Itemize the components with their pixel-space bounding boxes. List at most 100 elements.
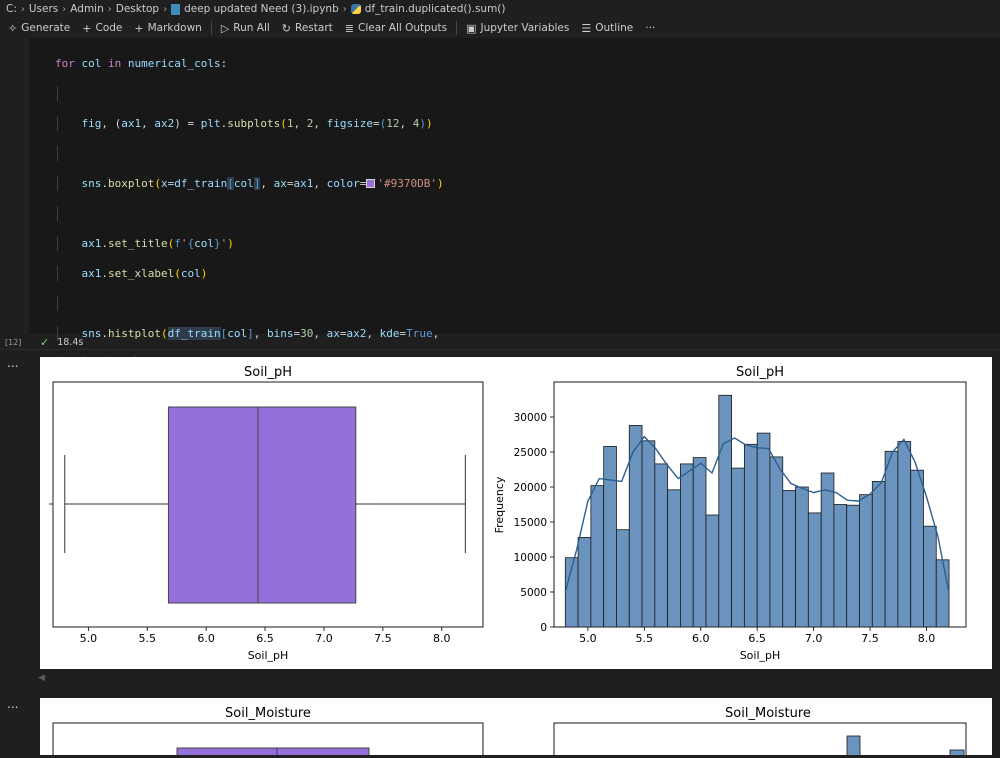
x-tick-label: 8.0 xyxy=(918,632,936,645)
histogram-bar xyxy=(680,463,694,628)
code-editor[interactable]: for col in numerical_cols: fig, (ax1, ax… xyxy=(30,38,1000,610)
variables-icon: ▣ xyxy=(466,21,477,35)
histogram-bar xyxy=(782,490,796,628)
figure-canvas: Soil_pH 5.0 5.5 6.0 6.5 7.0 7.5 8.0 Soil_pH Soil_… xyxy=(49,365,967,662)
plus-icon: + xyxy=(82,21,92,35)
list-icon: ☰ xyxy=(581,21,592,35)
code-cell[interactable]: for col in numerical_cols: fig, (ax1, ax… xyxy=(0,38,1000,610)
run-all-label: Run All xyxy=(233,22,270,34)
histogram-bar xyxy=(731,467,745,628)
execution-duration: 18.4s xyxy=(57,336,84,348)
sparkle-icon: ✧ xyxy=(8,21,18,35)
outline-label: Outline xyxy=(595,22,634,34)
x-tick-label: 7.0 xyxy=(315,632,333,645)
code-label: Code xyxy=(95,22,123,34)
x-tick-label: 7.0 xyxy=(805,632,823,645)
x-tick-label: 5.0 xyxy=(80,632,98,645)
add-code-button[interactable]: + Code xyxy=(76,18,128,38)
scroll-left-icon[interactable]: ◀ xyxy=(38,673,45,683)
breadcrumb-item-admin[interactable]: Admin xyxy=(70,3,103,15)
histogram-bar xyxy=(935,559,950,628)
code-line: for col in numerical_cols: xyxy=(55,57,228,70)
output-more-icon[interactable]: ... xyxy=(7,356,18,370)
generate-button[interactable]: ✧ Generate xyxy=(2,18,76,38)
y-tick-label: 20000 xyxy=(514,482,547,494)
clear-outputs-button[interactable]: ≣ Clear All Outputs xyxy=(339,18,453,38)
y-tick-label: 0 xyxy=(540,622,547,634)
y-tick-label: 10000 xyxy=(514,552,547,564)
output-more-icon[interactable]: ... xyxy=(7,697,18,711)
notebook-toolbar: ✧ Generate + Code + Markdown ▷ Run All ↻… xyxy=(0,18,1000,38)
histogram-bar xyxy=(833,504,848,628)
code-line: ax1.set_xlabel(col) xyxy=(55,266,1000,281)
y-tick-label: 15000 xyxy=(514,517,547,529)
chart-title: Soil_Moisture xyxy=(725,706,811,721)
more-icon: ··· xyxy=(645,22,656,34)
code-line: fig, (ax1, ax2) = plt.subplots(1, 2, fig… xyxy=(55,116,1000,131)
breadcrumb-item-drive[interactable]: C: xyxy=(6,3,17,15)
code-line xyxy=(55,146,1000,161)
histogram-bar xyxy=(756,432,771,628)
histogram-bar xyxy=(923,525,937,628)
histogram-bar xyxy=(667,489,681,628)
code-line xyxy=(55,296,1000,311)
axes-frame xyxy=(553,722,967,758)
histogram-bar xyxy=(616,529,630,628)
notebook-file-icon xyxy=(171,3,181,15)
histogram-bar xyxy=(859,494,873,628)
restart-button[interactable]: ↻ Restart xyxy=(276,18,339,38)
execution-status: [12] ✓ 18.4s xyxy=(0,334,1000,350)
histogram-bar xyxy=(743,443,758,628)
histogram-bar xyxy=(795,486,809,628)
execution-count: [12] xyxy=(5,337,22,347)
breadcrumb-item-cell[interactable]: df_train.duplicated().sum() xyxy=(365,3,506,15)
x-tick-label: 8.0 xyxy=(433,632,451,645)
more-actions-button[interactable]: ··· xyxy=(639,18,661,38)
code-line: sns.boxplot(x=df_train[col], ax=ax1, col… xyxy=(55,176,1000,191)
cell-gutter xyxy=(0,38,26,334)
histogram-bar xyxy=(897,441,912,628)
y-tick-label: 25000 xyxy=(514,447,547,459)
generate-label: Generate xyxy=(21,22,71,34)
code-line: ax1.set_title(f'{col}') xyxy=(55,236,1000,251)
variables-button[interactable]: ▣ Jupyter Variables xyxy=(460,18,575,38)
python-cell-icon xyxy=(350,4,361,14)
chart-title: Soil_pH xyxy=(736,365,784,380)
histogram-bar xyxy=(910,469,924,628)
histogram-bar xyxy=(884,450,899,628)
chevron-right-icon: › xyxy=(107,3,112,15)
histogram-bar xyxy=(641,440,656,628)
y-tick-label: 30000 xyxy=(514,412,547,424)
toolbar-divider xyxy=(456,21,458,35)
histogram-bar xyxy=(577,536,592,628)
clear-outputs-label: Clear All Outputs xyxy=(357,22,448,34)
check-icon: ✓ xyxy=(40,335,50,349)
outline-button[interactable]: ☰ Outline xyxy=(575,18,639,38)
color-swatch-icon xyxy=(366,179,376,188)
x-tick-label: 5.5 xyxy=(636,632,654,645)
histogram-bar xyxy=(590,485,605,628)
output-divider xyxy=(0,349,1000,350)
chevron-right-icon: › xyxy=(20,3,25,15)
chart-title: Soil_Moisture xyxy=(225,706,311,721)
run-all-button[interactable]: ▷ Run All xyxy=(215,18,276,38)
run-all-icon: ▷ xyxy=(220,21,230,35)
histogram-bar xyxy=(871,481,886,628)
breadcrumb-item-users[interactable]: Users xyxy=(29,3,58,15)
histogram-bar xyxy=(949,749,965,758)
breadcrumb-item-desktop[interactable]: Desktop xyxy=(116,3,159,15)
histogram-bar xyxy=(769,456,784,628)
x-tick-label: 6.0 xyxy=(692,632,710,645)
breadcrumb-item-notebook[interactable]: deep updated Need (3).ipynb xyxy=(184,3,339,15)
restart-label: Restart xyxy=(295,22,333,34)
x-tick-label: 6.5 xyxy=(256,632,274,645)
variables-label: Jupyter Variables xyxy=(480,22,570,34)
chart-title: Soil_pH xyxy=(244,365,292,380)
add-markdown-button[interactable]: + Markdown xyxy=(128,18,207,38)
restart-icon: ↻ xyxy=(281,21,292,35)
x-tick-label: 5.5 xyxy=(138,632,156,645)
x-tick-label: 5.0 xyxy=(579,632,597,645)
toolbar-divider xyxy=(210,21,212,35)
histogram-bar xyxy=(718,394,732,628)
chevron-right-icon: › xyxy=(342,3,347,15)
